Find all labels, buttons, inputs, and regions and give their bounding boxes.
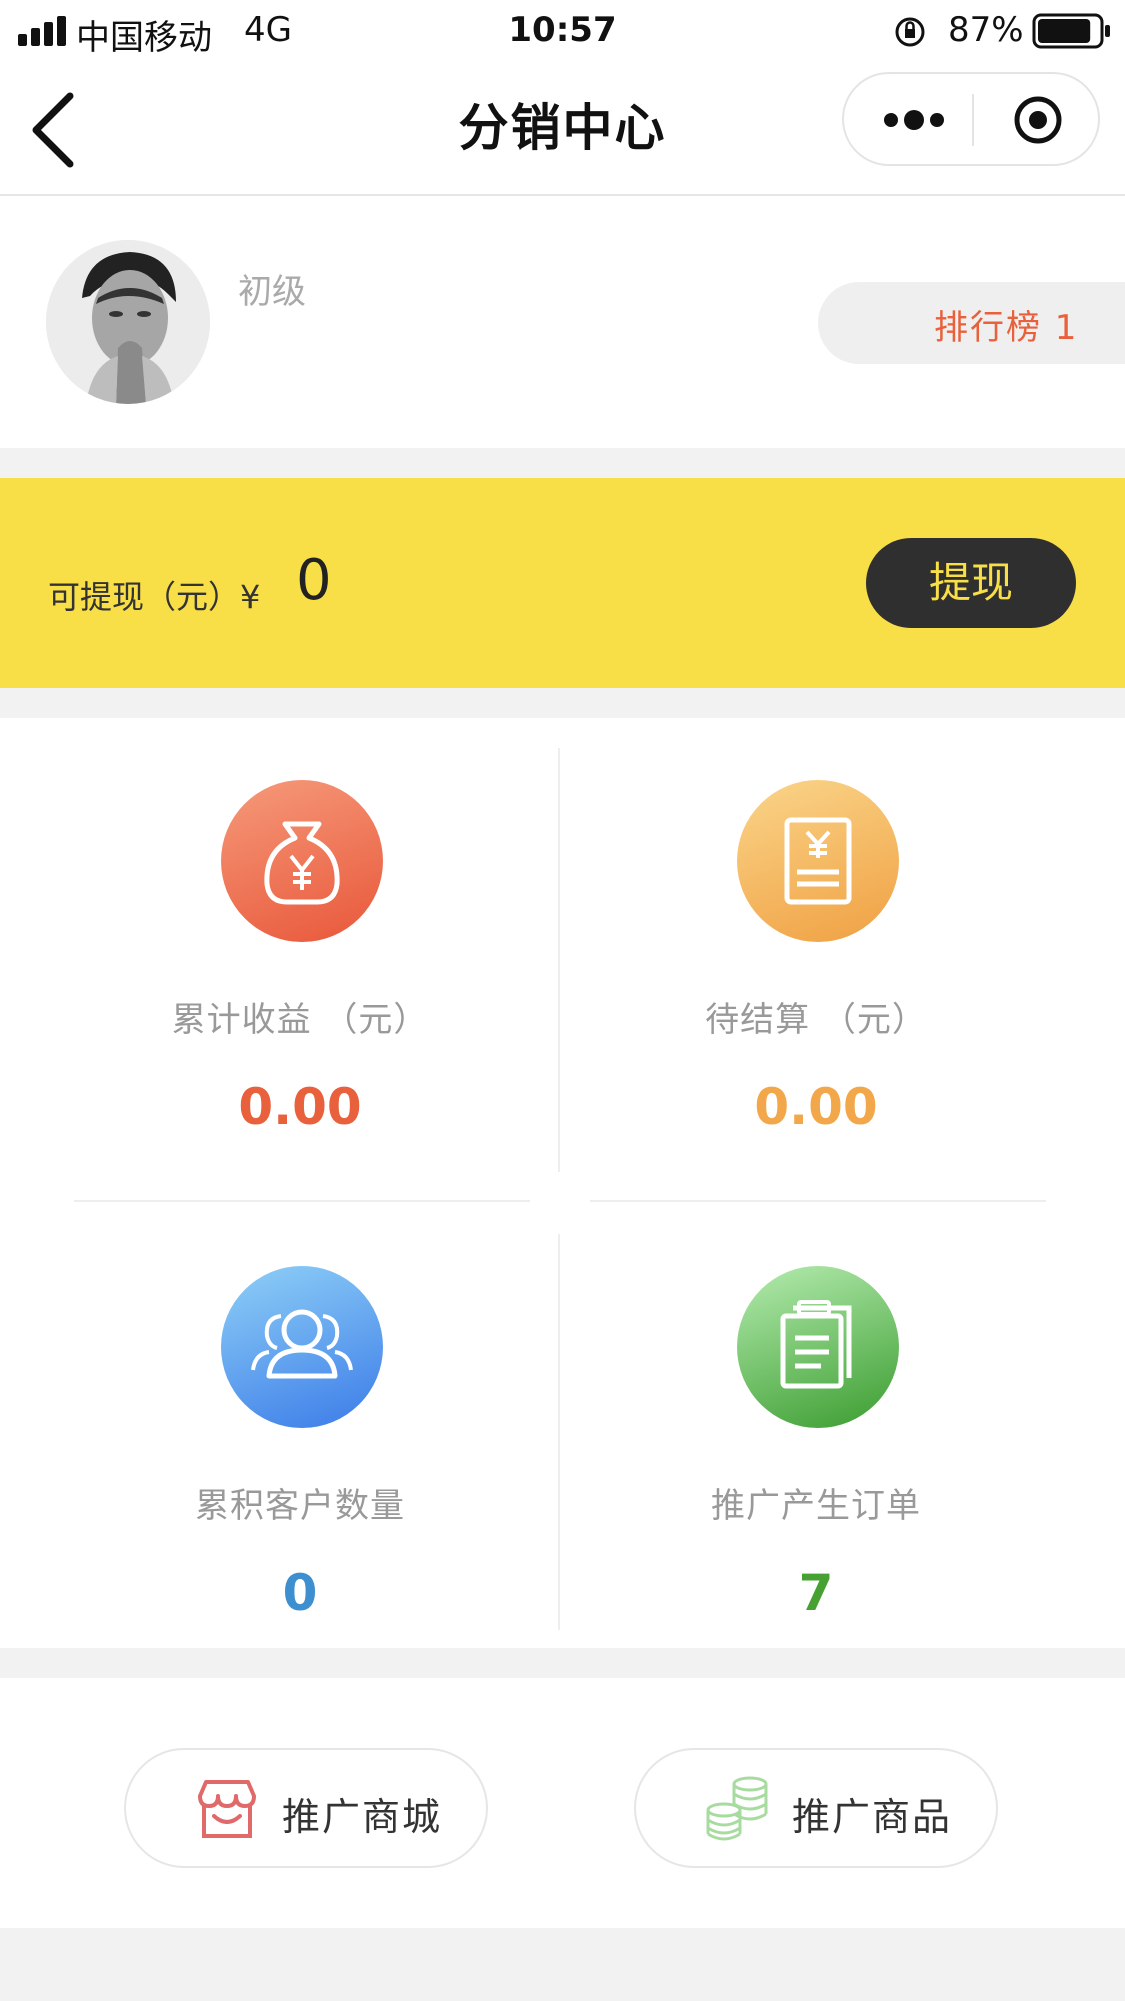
avatar-portrait [46, 240, 210, 404]
stat-total-customers[interactable]: 累积客户数量 0 [0, 1204, 562, 1669]
avatar[interactable] [46, 240, 210, 404]
money-bag-icon [221, 780, 383, 942]
stat-label: 累计收益 （元） [171, 1000, 429, 1040]
battery-percent: 87% [948, 10, 1024, 50]
more-dots-icon[interactable] [884, 108, 944, 132]
ranking-label: 排行榜 1 [934, 308, 1079, 348]
stat-total-earnings[interactable]: 累计收益 （元） 0.00 [0, 718, 562, 1183]
mini-program-capsule [842, 72, 1100, 166]
promote-mall-button[interactable]: 推广商城 [124, 1748, 488, 1868]
promotion-section: 推广商城 推广商品 [0, 1678, 1125, 1928]
store-icon [198, 1780, 256, 1838]
stat-value: 7 [798, 1564, 834, 1622]
promote-products-button[interactable]: 推广商品 [634, 1748, 998, 1868]
status-bar: 中国移动 4G 10:57 87% [0, 0, 1125, 64]
member-level: 初级 [238, 272, 306, 312]
stats-grid: 累计收益 （元） 0.00 待结算 （元） 0.00 累积客户数量 0 推广产生… [0, 718, 1125, 1648]
withdraw-banner: 可提现（元）¥ 0 提现 [0, 478, 1125, 688]
stat-value: 0.00 [238, 1078, 362, 1136]
promote-mall-label: 推广商城 [282, 1795, 443, 1839]
stat-value: 0.00 [754, 1078, 878, 1136]
stat-label: 推广产生订单 [711, 1486, 921, 1526]
capsule-divider [972, 94, 974, 146]
stat-promotion-orders[interactable]: 推广产生订单 7 [516, 1204, 1078, 1669]
withdraw-button[interactable]: 提现 [866, 538, 1076, 628]
ranking-button[interactable]: 排行榜 1 [818, 282, 1125, 364]
receipt-icon [737, 780, 899, 942]
coins-icon [706, 1776, 768, 1841]
target-circle-icon[interactable] [1012, 94, 1064, 146]
divider [590, 1200, 1046, 1202]
stat-label: 累积客户数量 [195, 1486, 405, 1526]
clipboard-icon [737, 1266, 899, 1428]
divider [74, 1200, 530, 1202]
stat-label: 待结算 （元） [705, 1000, 927, 1040]
withdrawable-amount: 0 [296, 548, 332, 613]
nav-bar: 分销中心 [0, 64, 1125, 196]
withdrawable-label: 可提现（元）¥ [48, 578, 261, 616]
users-icon [221, 1266, 383, 1428]
stat-value: 0 [282, 1564, 318, 1622]
profile-card: 初级 排行榜 1 [0, 196, 1125, 448]
rotation-lock-icon [895, 17, 925, 47]
battery-icon [1032, 13, 1110, 49]
stat-pending-settlement[interactable]: 待结算 （元） 0.00 [516, 718, 1078, 1183]
promote-products-label: 推广商品 [792, 1795, 953, 1839]
